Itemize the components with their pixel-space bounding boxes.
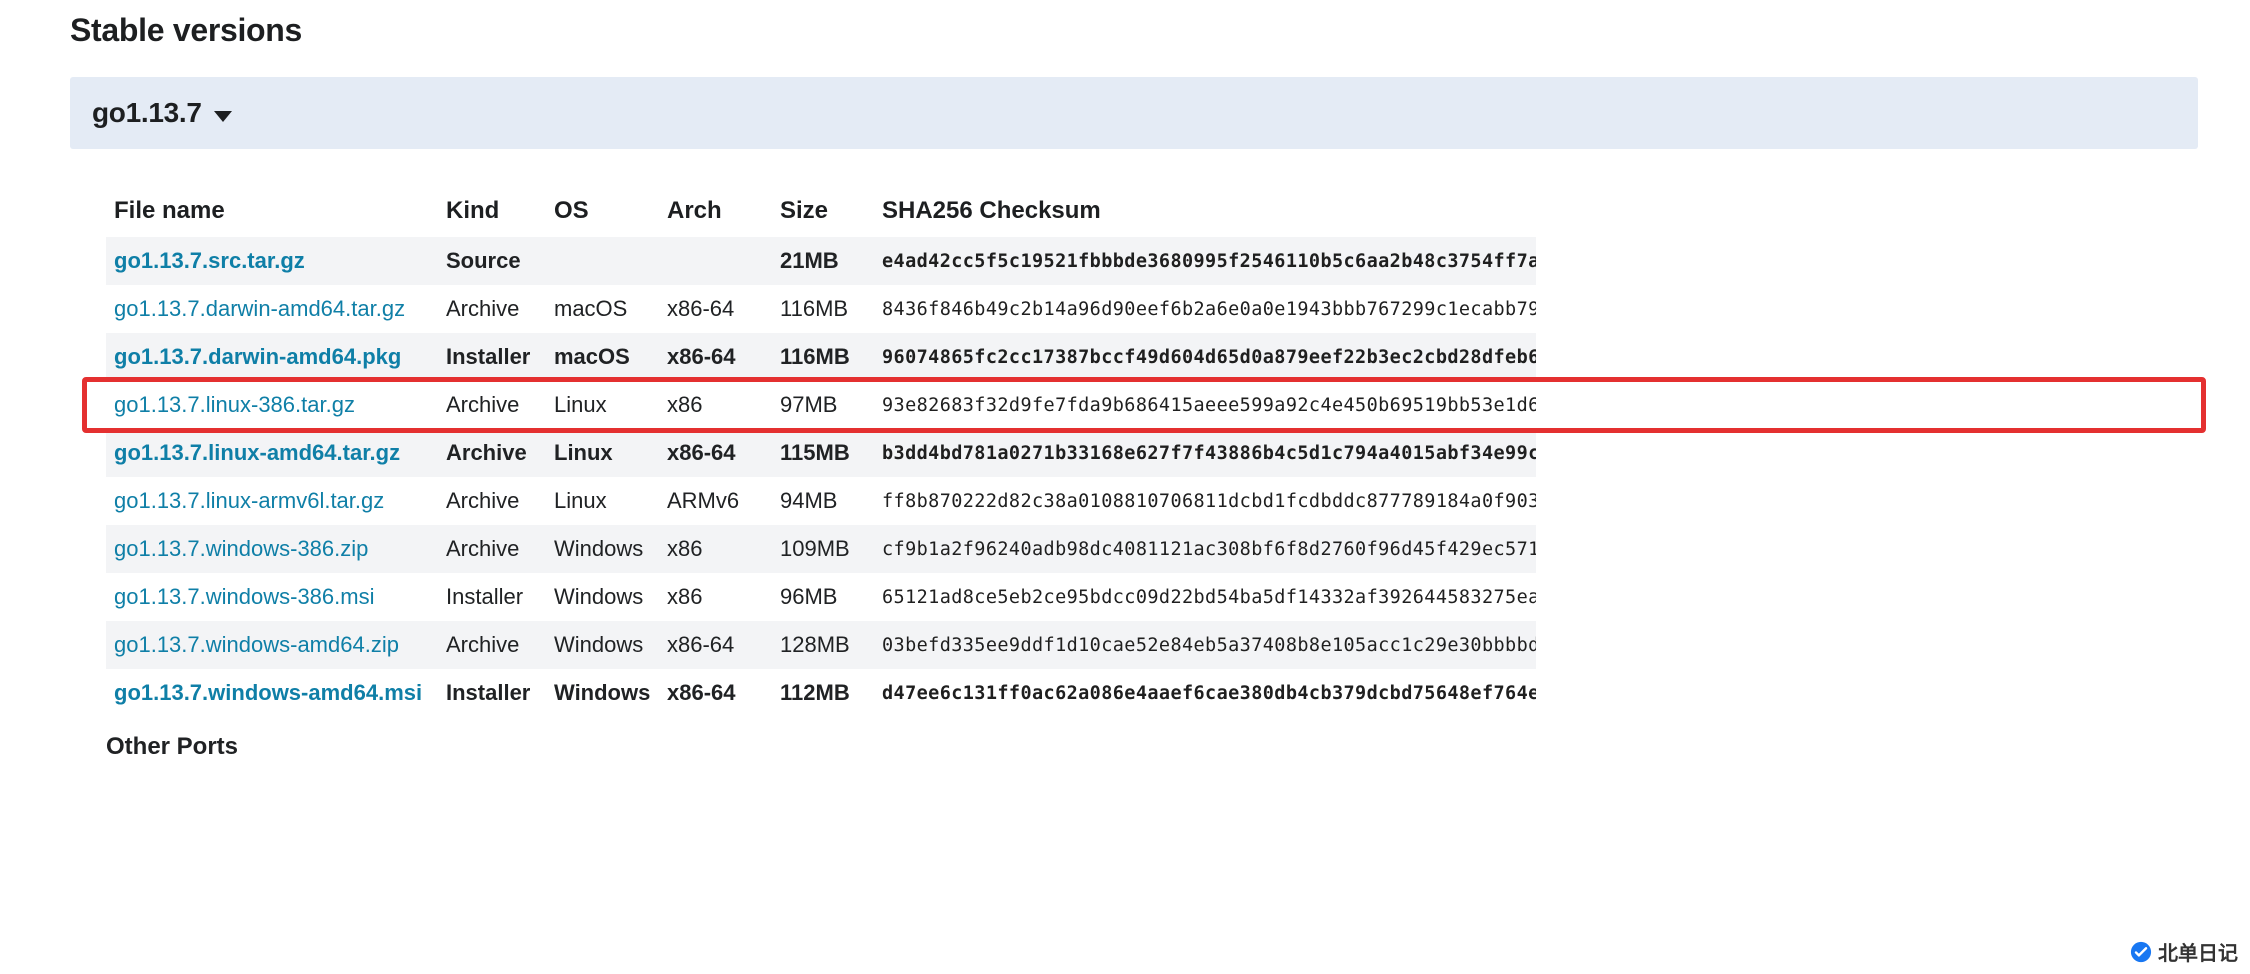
version-dropdown[interactable]: go1.13.7: [70, 77, 2198, 149]
cell-os: Windows: [546, 621, 659, 669]
cell-sha: e4ad42cc5f5c19521fbbbde3680995f2546110b5…: [874, 237, 1536, 285]
cell-os: [546, 237, 659, 285]
table-row: go1.13.7.windows-386.zip ArchiveWindowsx8…: [106, 525, 2198, 573]
cell-arch: x86-64: [659, 333, 772, 381]
table-row: go1.13.7.windows-amd64.msi InstallerWindo…: [106, 669, 2198, 717]
cell-arch: x86-64: [659, 669, 772, 717]
cell-size: 97MB: [772, 381, 874, 429]
cell-sha: 65121ad8ce5eb2ce95bdcc09d22bd54ba5df1433…: [874, 573, 1536, 621]
download-link[interactable]: go1.13.7.linux-armv6l.tar.gz: [114, 488, 384, 513]
cell-file: go1.13.7.windows-386.zip: [106, 525, 438, 573]
download-link[interactable]: go1.13.7.darwin-amd64.pkg: [114, 344, 401, 369]
cell-kind: Archive: [438, 381, 546, 429]
watermark: 北单日记: [2130, 937, 2238, 966]
cell-os: macOS: [546, 333, 659, 381]
download-link[interactable]: go1.13.7.linux-386.tar.gz: [114, 392, 355, 417]
watermark-text: 北单日记: [2158, 937, 2238, 966]
download-link[interactable]: go1.13.7.darwin-amd64.tar.gz: [114, 296, 405, 321]
page-heading: Stable versions: [70, 12, 2198, 49]
download-link[interactable]: go1.13.7.src.tar.gz: [114, 248, 305, 273]
cell-sha: b3dd4bd781a0271b33168e627f7f43886b4c5d1c…: [874, 429, 1536, 477]
cell-os: Linux: [546, 477, 659, 525]
caret-down-icon: [214, 111, 232, 122]
check-badge-icon: [2130, 941, 2152, 963]
download-link[interactable]: go1.13.7.windows-386.zip: [114, 536, 368, 561]
cell-sha: ff8b870222d82c38a0108810706811dcbd1fcdbd…: [874, 477, 1536, 525]
cell-size: 128MB: [772, 621, 874, 669]
downloads-table: File name Kind OS Arch Size SHA256 Check…: [106, 185, 2198, 717]
table-row: go1.13.7.darwin-amd64.tar.gz ArchivemacOS…: [106, 285, 2198, 333]
other-ports-heading: Other Ports: [106, 733, 2198, 761]
cell-kind: Installer: [438, 573, 546, 621]
download-link[interactable]: go1.13.7.linux-amd64.tar.gz: [114, 440, 400, 465]
cell-file: go1.13.7.darwin-amd64.tar.gz: [106, 285, 438, 333]
cell-kind: Archive: [438, 525, 546, 573]
cell-sha: 93e82683f32d9fe7fda9b686415aeee599a92c4e…: [874, 381, 1536, 429]
table-row: go1.13.7.windows-386.msi InstallerWindows…: [106, 573, 2198, 621]
cell-arch: x86-64: [659, 429, 772, 477]
col-arch: Arch: [659, 185, 772, 237]
cell-os: Windows: [546, 669, 659, 717]
cell-file: go1.13.7.windows-386.msi: [106, 573, 438, 621]
cell-os: macOS: [546, 285, 659, 333]
cell-file: go1.13.7.linux-armv6l.tar.gz: [106, 477, 438, 525]
col-size: Size: [772, 185, 874, 237]
version-label: go1.13.7: [92, 97, 202, 129]
cell-arch: ARMv6: [659, 477, 772, 525]
cell-size: 112MB: [772, 669, 874, 717]
cell-size: 116MB: [772, 333, 874, 381]
table-row: go1.13.7.linux-amd64.tar.gz ArchiveLinuxx…: [106, 429, 2198, 477]
table-row: go1.13.7.darwin-amd64.pkg InstallermacOSx…: [106, 333, 2198, 381]
cell-size: 96MB: [772, 573, 874, 621]
cell-file: go1.13.7.darwin-amd64.pkg: [106, 333, 438, 381]
table-row: go1.13.7.linux-armv6l.tar.gz ArchiveLinux…: [106, 477, 2198, 525]
cell-size: 116MB: [772, 285, 874, 333]
col-file: File name: [106, 185, 438, 237]
download-link[interactable]: go1.13.7.windows-amd64.zip: [114, 632, 399, 657]
cell-os: Windows: [546, 573, 659, 621]
cell-arch: x86-64: [659, 285, 772, 333]
cell-arch: x86: [659, 381, 772, 429]
cell-os: Linux: [546, 381, 659, 429]
cell-kind: Installer: [438, 669, 546, 717]
col-kind: Kind: [438, 185, 546, 237]
cell-sha: cf9b1a2f96240adb98dc4081121ac308bf6f8d27…: [874, 525, 1536, 573]
cell-kind: Installer: [438, 333, 546, 381]
download-link[interactable]: go1.13.7.windows-amd64.msi: [114, 680, 422, 705]
cell-file: go1.13.7.src.tar.gz: [106, 237, 438, 285]
cell-arch: x86: [659, 573, 772, 621]
download-link[interactable]: go1.13.7.windows-386.msi: [114, 584, 374, 609]
table-row: go1.13.7.windows-amd64.zip ArchiveWindows…: [106, 621, 2198, 669]
cell-kind: Archive: [438, 477, 546, 525]
cell-size: 94MB: [772, 477, 874, 525]
cell-kind: Source: [438, 237, 546, 285]
cell-sha: 96074865fc2cc17387bccf49d604d65d0a879eef…: [874, 333, 1536, 381]
table-row: go1.13.7.src.tar.gz Source 21MBe4ad42cc5f5…: [106, 237, 2198, 285]
cell-sha: d47ee6c131ff0ac62a086e4aaef6cae380db4cb3…: [874, 669, 1536, 717]
downloads-table-wrap: File name Kind OS Arch Size SHA256 Check…: [70, 185, 2198, 761]
cell-os: Linux: [546, 429, 659, 477]
cell-os: Windows: [546, 525, 659, 573]
cell-size: 109MB: [772, 525, 874, 573]
cell-file: go1.13.7.linux-amd64.tar.gz: [106, 429, 438, 477]
cell-file: go1.13.7.windows-amd64.msi: [106, 669, 438, 717]
cell-arch: x86-64: [659, 621, 772, 669]
cell-kind: Archive: [438, 621, 546, 669]
cell-size: 115MB: [772, 429, 874, 477]
col-sha: SHA256 Checksum: [874, 185, 1536, 237]
table-row: go1.13.7.linux-386.tar.gz ArchiveLinuxx86…: [106, 381, 2198, 429]
cell-kind: Archive: [438, 285, 546, 333]
cell-arch: [659, 237, 772, 285]
col-os: OS: [546, 185, 659, 237]
cell-arch: x86: [659, 525, 772, 573]
cell-size: 21MB: [772, 237, 874, 285]
cell-file: go1.13.7.linux-386.tar.gz: [106, 381, 438, 429]
cell-file: go1.13.7.windows-amd64.zip: [106, 621, 438, 669]
cell-sha: 8436f846b49c2b14a96d90eef6b2a6e0a0e1943b…: [874, 285, 1536, 333]
table-header-row: File name Kind OS Arch Size SHA256 Check…: [106, 185, 2198, 237]
cell-sha: 03befd335ee9ddf1d10cae52e84eb5a37408b8e1…: [874, 621, 1536, 669]
cell-kind: Archive: [438, 429, 546, 477]
